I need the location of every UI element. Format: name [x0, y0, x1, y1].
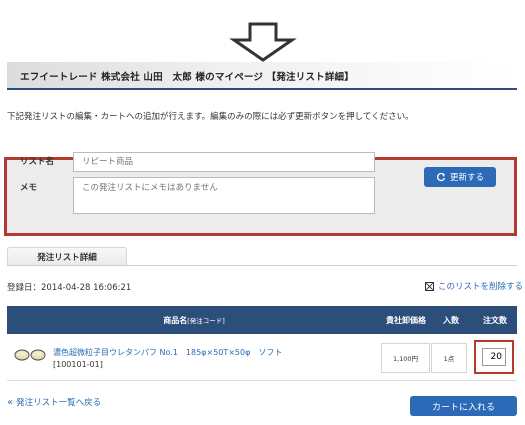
product-code: [100101-01]: [53, 360, 103, 369]
down-arrow-icon: [229, 22, 297, 62]
column-header-price: 貴社卸価格: [386, 315, 426, 325]
add-to-cart-button[interactable]: カートに入れる: [410, 396, 517, 416]
column-header-code: [発注コード]: [187, 317, 225, 325]
tab-divider: [7, 265, 517, 266]
list-name-label: リスト名: [20, 157, 55, 167]
delete-list-link[interactable]: このリストを削除する: [425, 280, 523, 292]
tab-order-list-detail[interactable]: 発注リスト詳細: [7, 247, 127, 266]
refresh-icon: [436, 172, 446, 182]
registered-date: 登録日：2014-04-28 16:06:21: [7, 283, 132, 293]
delete-list-label: このリストを削除する: [438, 282, 524, 292]
product-thumbnail: [14, 349, 46, 361]
quantity-input[interactable]: [482, 348, 506, 366]
table-row: 濃色超微粒子目ウレタンパフ No.1 185φ×50T×50φ ソフト [100…: [7, 334, 517, 381]
delete-checkbox-icon: [425, 281, 434, 291]
column-header-name: 商品名 [発注コード]: [163, 315, 225, 326]
table-header: 商品名 [発注コード] 貴社卸価格 入数 注文数: [7, 306, 517, 334]
page-description: 下記発注リストの編集・カートへの追加が行えます。編集のみの際には必ず更新ボタンを…: [7, 112, 414, 122]
update-button[interactable]: 更新する: [424, 167, 496, 187]
back-to-list-link[interactable]: « 発注リスト一覧へ戻る: [7, 396, 102, 409]
product-price: 1,100円: [381, 343, 430, 373]
double-chevron-left-icon: «: [7, 396, 14, 408]
product-name-link[interactable]: 濃色超微粒子目ウレタンパフ No.1 185φ×50T×50φ ソフト: [53, 347, 282, 358]
page-title: エフイートレード 株式会社 山田 太郎 様のマイページ 【発注リスト詳細】: [20, 72, 354, 83]
product-pack: 1点: [431, 343, 467, 373]
column-header-qty: 注文数: [483, 315, 507, 325]
back-to-list-label: 発注リスト一覧へ戻る: [16, 398, 102, 408]
list-name-input[interactable]: [73, 152, 375, 172]
quantity-highlight: [474, 340, 514, 374]
update-button-label: 更新する: [449, 173, 484, 183]
memo-label: メモ: [20, 183, 38, 193]
memo-textarea[interactable]: [73, 177, 375, 214]
column-header-pack: 入数: [443, 315, 459, 325]
